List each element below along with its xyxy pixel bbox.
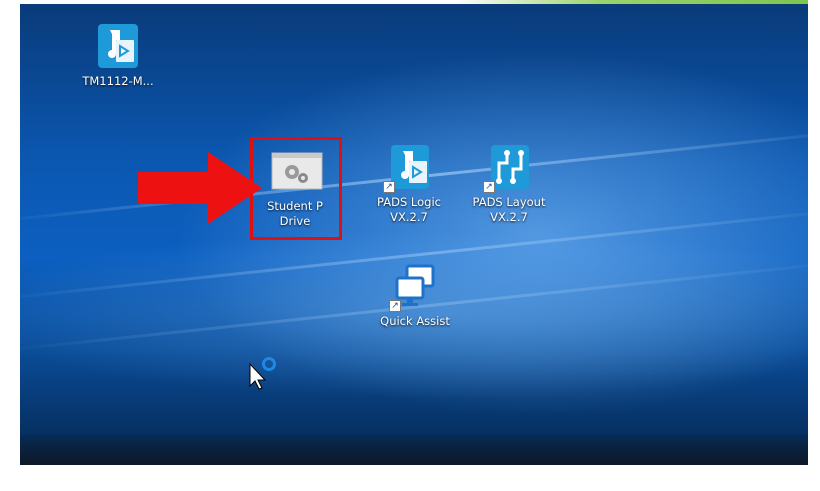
highlight-box — [250, 137, 342, 240]
desktop-icon-label: Quick Assist — [380, 314, 450, 328]
shortcut-arrow-icon: ↗ — [383, 181, 395, 193]
desktop-icon-pads-layout[interactable]: ↗ PADS Layout VX.2.7 — [467, 143, 551, 225]
busy-cursor-icon — [249, 357, 276, 390]
red-arrow-icon — [138, 152, 262, 224]
shortcut-arrow-icon: ↗ — [483, 181, 495, 193]
taskbar-area — [20, 435, 808, 465]
quick-assist-icon: ↗ — [389, 262, 439, 312]
desktop-icon-label: PADS Layout VX.2.7 — [472, 195, 546, 224]
frame-right-border — [808, 0, 820, 491]
desktop-icon-tm1112[interactable]: TM1112-M... — [76, 22, 160, 89]
frame-left-border — [0, 0, 20, 491]
desktop-icon-label: PADS Logic VX.2.7 — [377, 195, 441, 224]
shortcut-arrow-icon: ↗ — [389, 300, 401, 312]
desktop-icon-quick-assist[interactable]: ↗ Quick Assist — [373, 262, 457, 329]
pads-logic-icon: ↗ — [383, 143, 433, 193]
frame-bottom-border — [0, 465, 820, 491]
pads-logic-file-icon — [94, 22, 142, 70]
desktop-icon-pads-logic[interactable]: ↗ PADS Logic VX.2.7 — [367, 143, 451, 225]
desktop-icon-label: TM1112-M... — [82, 74, 154, 88]
pads-layout-icon: ↗ — [483, 143, 533, 193]
